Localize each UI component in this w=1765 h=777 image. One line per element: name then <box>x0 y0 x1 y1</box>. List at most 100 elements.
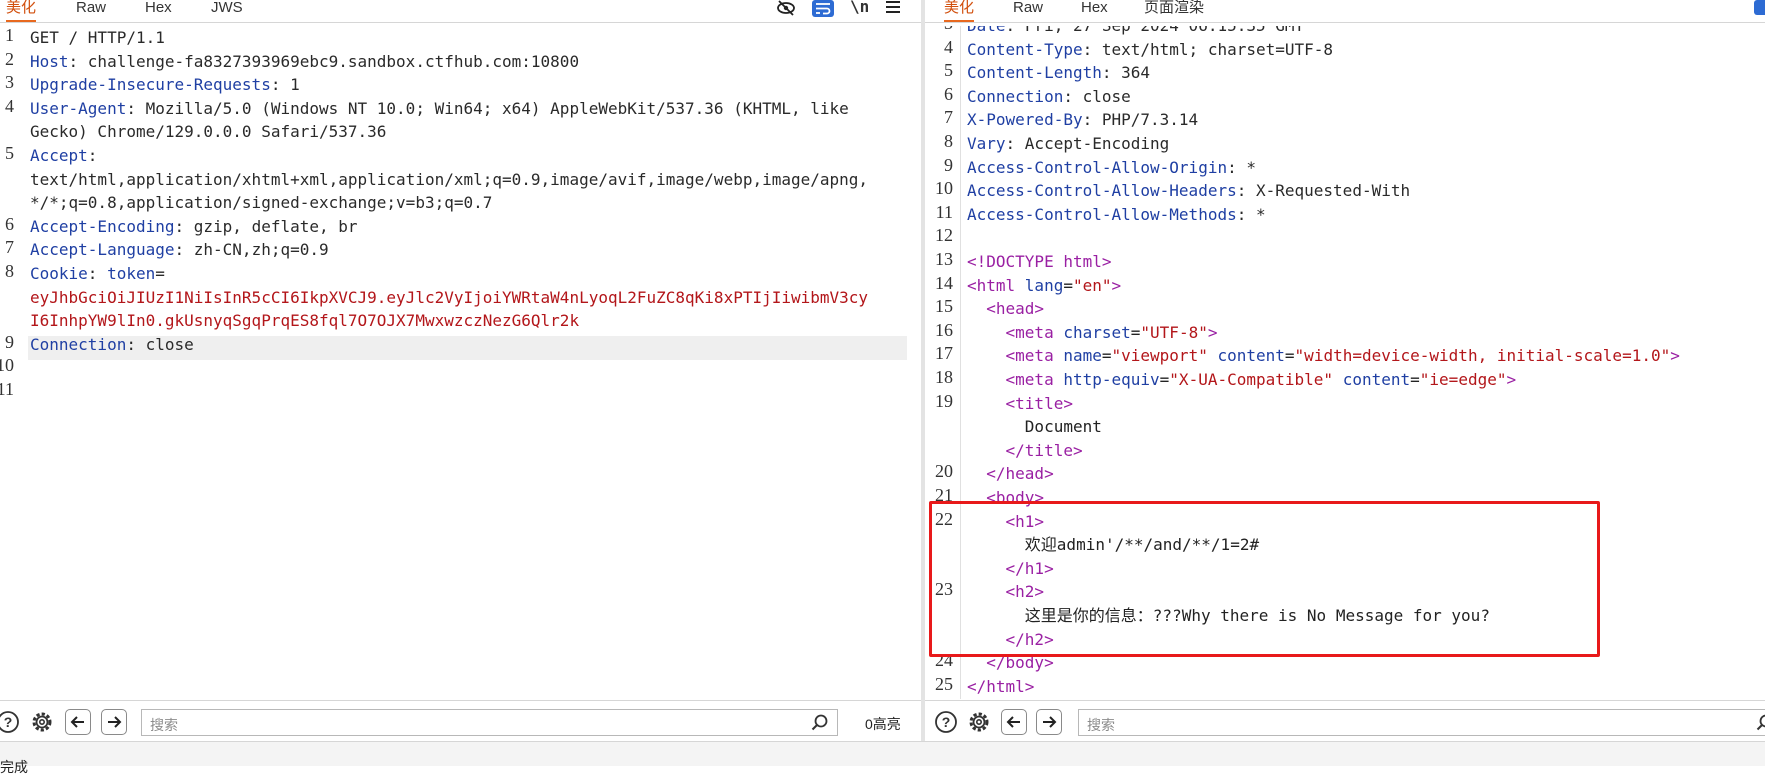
tab-jws[interactable]: JWS <box>211 0 243 22</box>
tab-pretty[interactable]: 美化 <box>6 0 36 22</box>
next-match-button[interactable] <box>1036 709 1062 735</box>
code-line: Vary: Accept-Encoding <box>967 132 1169 155</box>
code-token: X-Powered-By <box>967 110 1083 129</box>
code-line: */*;q=0.8,application/signed-exchange;v=… <box>30 191 492 214</box>
line-number: 9 <box>925 155 953 176</box>
code-token: <head> <box>967 299 1044 318</box>
line-number: 2 <box>0 49 14 70</box>
tab-hex[interactable]: Hex <box>145 0 172 22</box>
code-line: Host: challenge-fa8327393969ebc9.sandbox… <box>30 50 579 73</box>
code-line: <!DOCTYPE html> <box>967 250 1112 273</box>
previous-match-button[interactable] <box>65 709 91 735</box>
code-token: = <box>1131 323 1141 342</box>
code-line: Access-Control-Allow-Methods: * <box>967 203 1266 226</box>
code-token: Upgrade-Insecure-Requests <box>30 75 271 94</box>
code-line: Connection: close <box>967 85 1131 108</box>
code-token: : challenge-fa8327393969ebc9.sandbox.ctf… <box>69 52 580 71</box>
tab-render[interactable]: 页面渲染 <box>1144 0 1204 22</box>
code-token: Document <box>967 417 1102 436</box>
code-line: Date: Fri, 27 Sep 2024 06:15:35 GMT <box>967 26 1304 37</box>
code-token: = <box>1285 346 1295 365</box>
code-token: <title> <box>967 394 1073 413</box>
code-line: <meta charset="UTF-8"> <box>967 321 1217 344</box>
search-placeholder: 搜索 <box>1087 715 1115 735</box>
line-number: 11 <box>0 379 14 400</box>
code-token: : Mozilla/5.0 (Windows NT 10.0; Win64; x… <box>126 99 848 118</box>
line-number: 15 <box>925 296 953 317</box>
code-token: > <box>1208 323 1218 342</box>
tab-pretty[interactable]: 美化 <box>944 0 974 22</box>
code-token: "viewport" <box>1112 346 1208 365</box>
code-token: content <box>1217 346 1284 365</box>
line-number: 5 <box>0 143 14 164</box>
menu-icon[interactable] <box>885 0 901 18</box>
code-token: > <box>1670 346 1680 365</box>
gear-icon[interactable] <box>30 710 54 734</box>
code-token: </head> <box>967 464 1054 483</box>
code-token: content <box>1343 370 1410 389</box>
code-token: = <box>155 264 165 283</box>
tab-raw[interactable]: Raw <box>76 0 106 22</box>
request-search-bar: ? 搜索 0高亮 <box>0 700 921 741</box>
code-token: : * <box>1227 158 1256 177</box>
code-line: I6InhpYW9lIn0.gkUsnyqSgqPrqES8fql7O7OJX7… <box>30 309 579 332</box>
code-line: Accept: <box>30 144 97 167</box>
help-icon[interactable]: ? <box>0 710 20 734</box>
search-icon[interactable] <box>811 714 829 737</box>
eye-off-icon[interactable] <box>776 0 796 18</box>
response-search-bar: ? 搜索 <box>925 700 1765 741</box>
annotation-highlight-box <box>929 501 1600 657</box>
tab-raw[interactable]: Raw <box>1013 0 1043 22</box>
code-token: I6InhpYW9lIn0.gkUsnyqSgqPrqES8fql7O7OJX7… <box>30 311 579 330</box>
next-match-button[interactable] <box>101 709 127 735</box>
code-line: Content-Length: 364 <box>967 61 1150 84</box>
code-line: Accept-Encoding: gzip, deflate, br <box>30 215 358 238</box>
response-search-input[interactable]: 搜索 <box>1078 709 1765 736</box>
wrap-lines-icon[interactable] <box>812 0 834 18</box>
code-token: */*;q=0.8,application/signed-exchange;v=… <box>30 193 492 212</box>
tab-hex[interactable]: Hex <box>1081 0 1108 22</box>
line-number: 12 <box>925 225 953 246</box>
code-line: Upgrade-Insecure-Requests: 1 <box>30 73 300 96</box>
code-token: Access-Control-Allow-Origin <box>967 158 1227 177</box>
gear-icon[interactable] <box>967 710 991 734</box>
code-token: http-equiv <box>1063 370 1159 389</box>
code-token: Host <box>30 52 69 71</box>
code-token: : text/html; charset=UTF-8 <box>1083 40 1333 59</box>
request-search-input[interactable]: 搜索 <box>141 709 838 736</box>
request-editor[interactable]: 1GET / HTTP/1.12Host: challenge-fa832739… <box>0 26 921 699</box>
search-icon[interactable] <box>1756 714 1765 737</box>
code-line: Cookie: token= <box>30 262 165 285</box>
line-number: 7 <box>0 237 14 258</box>
code-token: </html> <box>967 677 1034 696</box>
code-line: X-Powered-By: PHP/7.3.14 <box>967 108 1198 131</box>
newline-toggle-icon[interactable]: \n <box>850 0 869 18</box>
code-token: Accept-Language <box>30 240 175 259</box>
code-token: Gecko) Chrome/129.0.0.0 Safari/537.36 <box>30 122 386 141</box>
wrap-lines-icon[interactable] <box>1754 0 1765 18</box>
code-token: : Fri, 27 Sep 2024 06:15:35 GMT <box>1006 26 1305 35</box>
line-number: 4 <box>925 37 953 58</box>
code-token: <meta <box>967 323 1063 342</box>
code-token: = <box>1063 276 1073 295</box>
line-number: 25 <box>925 674 953 695</box>
code-token: Accept <box>30 146 88 165</box>
code-line: <title> <box>967 392 1073 415</box>
code-token: : <box>88 264 107 283</box>
code-line: text/html,application/xhtml+xml,applicat… <box>30 168 868 191</box>
code-line: Content-Type: text/html; charset=UTF-8 <box>967 38 1333 61</box>
line-number: 16 <box>925 320 953 341</box>
code-line: <meta name="viewport" content="width=dev… <box>967 344 1680 367</box>
line-number: 11 <box>925 202 953 223</box>
search-placeholder: 搜索 <box>150 715 178 735</box>
code-token: "X-UA-Compatible" <box>1169 370 1333 389</box>
code-token: : <box>88 146 98 165</box>
help-icon[interactable]: ? <box>934 710 958 734</box>
previous-match-button[interactable] <box>1001 709 1027 735</box>
code-token: > <box>1506 370 1516 389</box>
response-tabbar: 美化 Raw Hex 页面渲染 <box>925 0 1765 23</box>
code-token: <html <box>967 276 1025 295</box>
line-number: 7 <box>925 107 953 128</box>
code-token: = <box>1160 370 1170 389</box>
code-line: eyJhbGciOiJIUzI1NiIsInR5cCI6IkpXVCJ9.eyJ… <box>30 286 868 309</box>
